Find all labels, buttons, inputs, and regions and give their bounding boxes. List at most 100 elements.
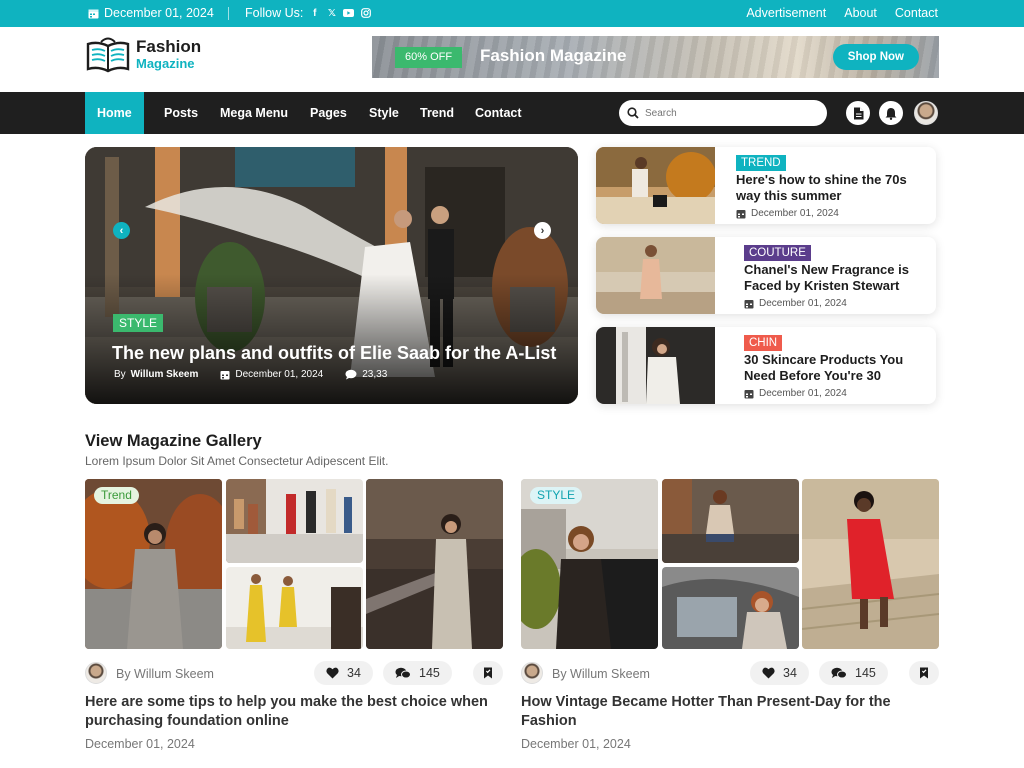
user-avatar[interactable] [914,101,938,125]
search-input[interactable] [645,107,815,119]
gallery-post-title[interactable]: How Vintage Became Hotter Than Present-D… [521,693,941,731]
contact-link[interactable]: Contact [895,6,938,20]
nav-item-mega-menu[interactable]: Mega Menu [220,92,288,134]
nav-item-pages[interactable]: Pages [310,92,347,134]
card-date: December 01, 2024 [744,388,847,399]
calendar-icon [744,389,754,398]
follow-us: Follow Us: f 𝕏 [245,6,371,20]
gallery-image [662,567,799,649]
comment-button[interactable]: 145 [383,661,452,685]
author-name[interactable]: By Willum Skeem [552,667,650,681]
book-icon [86,37,130,73]
banner-title: Fashion Magazine [480,46,627,65]
card-category-tag[interactable]: COUTURE [744,245,811,261]
card-category-tag[interactable]: TREND [736,155,786,171]
gallery-post-date: December 01, 2024 [521,737,631,751]
card-image [596,327,715,404]
like-button[interactable]: 34 [750,661,809,685]
notification-button[interactable] [879,101,903,125]
hero-title[interactable]: The new plans and outfits of Elie Saab f… [112,343,556,364]
logo-line2: Magazine [136,56,195,71]
gallery-image [662,479,799,563]
search-icon [627,107,639,119]
hero-overlay [85,274,578,404]
nav-item-posts[interactable]: Posts [164,92,198,134]
instagram-icon[interactable] [360,8,371,19]
bookmark-icon [484,667,492,679]
gallery-image [521,479,658,649]
gallery-post-date: December 01, 2024 [85,737,195,751]
heart-icon [326,667,339,679]
ad-banner[interactable]: 60% OFF Fashion Magazine Shop Now [372,36,939,78]
advertisement-link[interactable]: Advertisement [746,6,826,20]
author-avatar[interactable] [521,662,543,684]
search-box[interactable] [619,100,827,126]
divider [228,7,229,20]
top-date-text: December 01, 2024 [104,6,214,20]
calendar-icon [736,209,746,218]
shop-now-button[interactable]: Shop Now [832,44,919,70]
youtube-icon[interactable] [343,8,355,19]
facebook-icon[interactable]: f [309,8,320,19]
about-link[interactable]: About [844,6,877,20]
card-category-tag[interactable]: CHIN [744,335,783,351]
hero-meta: By Willum Skeem December 01, 2024 23,33 [114,369,387,380]
top-date: December 01, 2024 [88,6,214,20]
author-avatar[interactable] [85,662,107,684]
nav-item-style[interactable]: Style [369,92,399,134]
hero-date: December 01, 2024 [235,369,324,380]
comments-icon [395,667,411,678]
next-slide-button[interactable]: › [534,222,551,239]
hero-comments: 23,33 [362,369,388,380]
card-image [596,237,715,314]
card-image [596,147,715,224]
hero-category-tag[interactable]: STYLE [113,314,164,332]
bookmark-button[interactable] [909,661,939,685]
nav-item-contact[interactable]: Contact [475,92,522,134]
hero-author[interactable]: Willum Skeem [131,369,199,380]
x-icon[interactable]: 𝕏 [326,8,337,19]
nav-item-trend[interactable]: Trend [420,92,454,134]
bookmark-button[interactable] [473,661,503,685]
card-date: December 01, 2024 [736,208,839,219]
gallery-block[interactable]: Trend [85,479,503,649]
site-logo[interactable]: Fashion Magazine [85,36,201,74]
gallery-meta: By Willum Skeem 34 145 [521,660,939,686]
discount-badge: 60% OFF [395,47,463,68]
gallery-image [226,567,363,649]
like-count: 34 [347,666,361,680]
main-nav: Home Posts Mega Menu Pages Style Trend C… [0,92,1024,134]
comment-button[interactable]: 145 [819,661,888,685]
gallery-post-title[interactable]: Here are some tips to help you make the … [85,693,505,731]
side-card[interactable]: COUTURE Chanel's New Fragrance is Faced … [596,237,936,314]
gallery-category-tag[interactable]: STYLE [530,487,583,504]
section-title: View Magazine Gallery [85,432,262,450]
like-button[interactable]: 34 [314,661,373,685]
follow-label: Follow Us: [245,6,304,20]
gallery-category-tag[interactable]: Trend [94,487,139,504]
top-links: Advertisement About Contact [746,6,938,20]
gallery-image [366,479,503,649]
author-name[interactable]: By Willum Skeem [116,667,214,681]
card-title[interactable]: Here's how to shine the 70s way this sum… [736,172,926,203]
calendar-icon [744,299,754,308]
hero-slider[interactable]: ‹ › STYLE The new plans and outfits of E… [85,147,578,404]
side-card[interactable]: CHIN 30 Skincare Products You Need Befor… [596,327,936,404]
comment-icon [345,369,357,380]
nav-item-home[interactable]: Home [85,92,144,134]
like-count: 34 [783,666,797,680]
gallery-image [226,479,363,563]
card-title[interactable]: 30 Skincare Products You Need Before You… [744,352,934,383]
calendar-icon [88,9,99,18]
side-card[interactable]: TREND Here's how to shine the 70s way th… [596,147,936,224]
document-button[interactable] [846,101,870,125]
comments-icon [831,667,847,678]
hero-author-prefix: By [114,369,126,380]
card-title[interactable]: Chanel's New Fragrance is Faced by Krist… [744,262,934,293]
heart-icon [762,667,775,679]
section-subtitle: Lorem Ipsum Dolor Sit Amet Consectetur A… [85,454,389,468]
comment-count: 145 [419,666,440,680]
prev-slide-button[interactable]: ‹ [113,222,130,239]
gallery-block[interactable]: STYLE [521,479,939,649]
top-bar: December 01, 2024 Follow Us: f 𝕏 Adverti… [0,0,1024,27]
